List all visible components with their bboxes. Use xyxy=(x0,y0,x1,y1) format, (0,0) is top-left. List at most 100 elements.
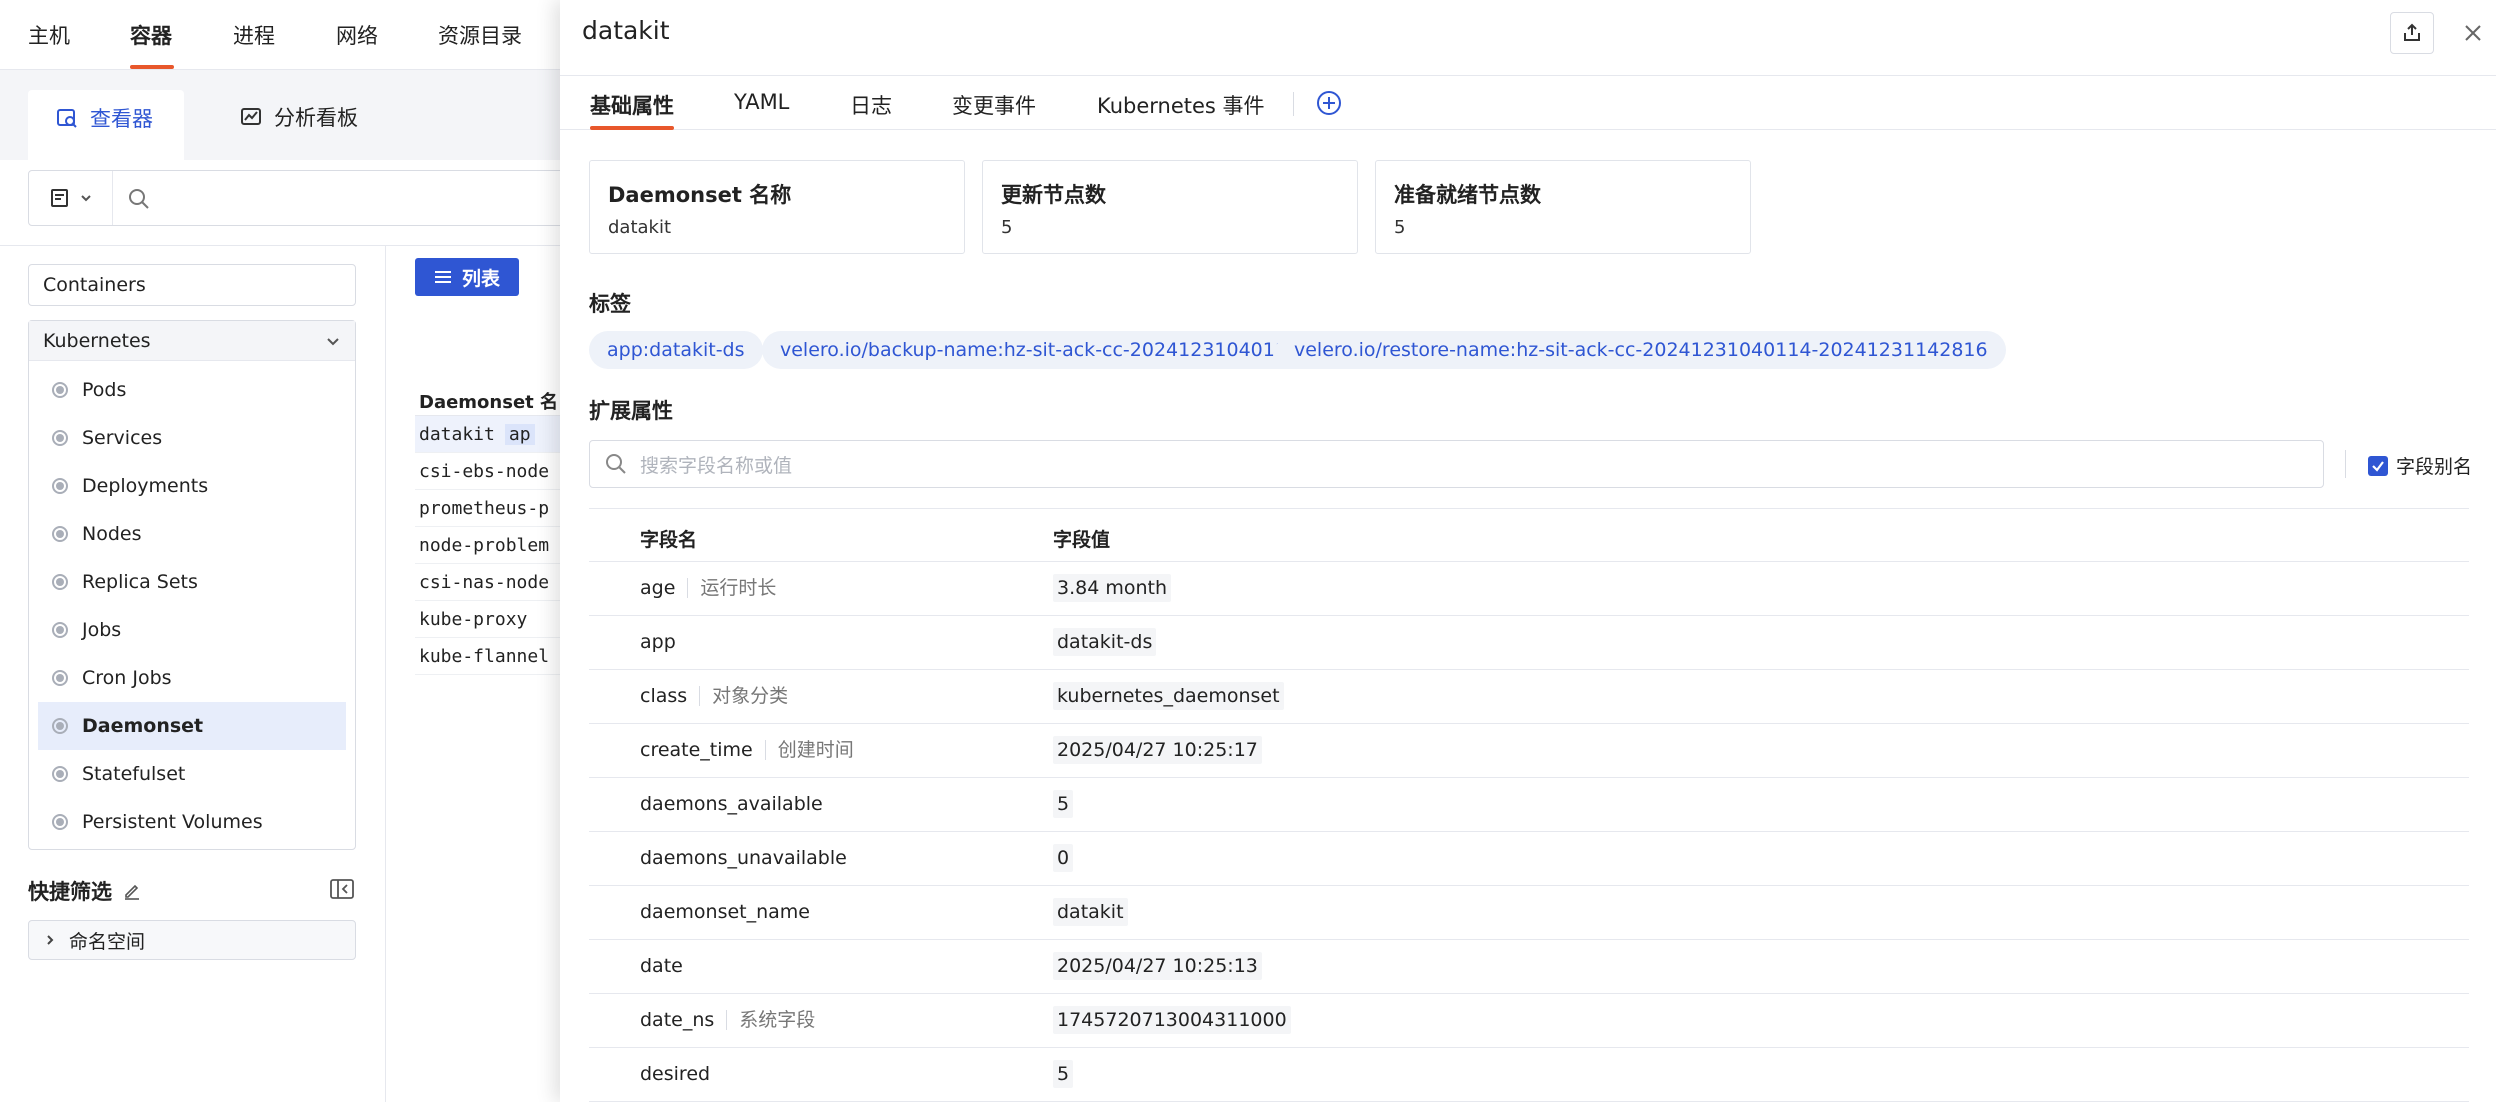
card-title: Daemonset 名称 xyxy=(608,183,792,207)
tab-viewer-label: 查看器 xyxy=(90,107,153,131)
tab-logs[interactable]: 日志 xyxy=(850,90,892,120)
sidebar-item-statefulset[interactable]: Statefulset xyxy=(38,750,346,798)
sidebar-item-label: Nodes xyxy=(82,523,142,545)
search-icon xyxy=(129,189,149,209)
drawer-tabs: 基础属性 YAML 日志 变更事件 Kubernetes 事件 xyxy=(560,76,2496,130)
field-key: age xyxy=(640,577,676,599)
table-row[interactable]: date_ns 系统字段 1745720713004311000 xyxy=(589,994,2469,1048)
field-key: daemonset_name xyxy=(640,901,810,923)
table-row[interactable]: daemons_unavailable 0 xyxy=(589,832,2469,886)
field-value[interactable]: 5 xyxy=(1053,790,1074,818)
sidebar-item-label: Jobs xyxy=(82,619,122,641)
nav-item-resource-catalog[interactable]: 资源目录 xyxy=(438,20,522,50)
edit-icon[interactable] xyxy=(122,881,142,901)
dashboard-icon xyxy=(241,108,261,125)
detail-drawer: datakit 基础属性 YAML 日志 变更事件 Kubernetes 事件 … xyxy=(560,0,2496,1102)
tab-change-events[interactable]: 变更事件 xyxy=(952,90,1036,120)
nav-item-container[interactable]: 容器 xyxy=(130,20,172,50)
list-view-label: 列表 xyxy=(461,267,500,290)
label-tag[interactable]: velero.io/backup-name:hz-sit-ack-cc-2024… xyxy=(762,331,1318,369)
table-row[interactable]: daemonset_name datakit xyxy=(589,886,2469,940)
table-row[interactable]: app datakit-ds xyxy=(589,616,2469,670)
chevron-down-icon xyxy=(327,337,339,345)
tab-basic-attributes[interactable]: 基础属性 xyxy=(590,90,674,120)
field-key: app xyxy=(640,631,676,653)
close-button[interactable] xyxy=(2458,18,2488,48)
field-key: create_time xyxy=(640,739,753,761)
sidebar-item-jobs[interactable]: Jobs xyxy=(38,606,346,654)
sidebar-item-deployments[interactable]: Deployments xyxy=(38,462,346,510)
field-value[interactable]: 2025/04/27 10:25:17 xyxy=(1053,736,1262,764)
resource-icon xyxy=(52,382,68,398)
tab-yaml[interactable]: YAML xyxy=(734,90,789,114)
app-badge: ap xyxy=(504,423,535,445)
label-tag[interactable]: app:datakit-ds xyxy=(589,331,763,369)
list-view-button[interactable]: 列表 xyxy=(415,258,519,296)
field-value[interactable]: 2025/04/27 10:25:13 xyxy=(1053,952,1262,980)
nav-item-host[interactable]: 主机 xyxy=(28,20,70,50)
query-input[interactable] xyxy=(28,170,608,226)
table-row[interactable]: daemons_available 5 xyxy=(589,778,2469,832)
field-value[interactable]: datakit-ds xyxy=(1053,628,1157,656)
field-value[interactable]: kubernetes_daemonset xyxy=(1053,682,1284,710)
query-mode-icon xyxy=(50,189,68,207)
resource-icon xyxy=(52,526,68,542)
label-tag[interactable]: velero.io/restore-name:hz-sit-ack-cc-202… xyxy=(1276,331,2006,369)
table-row[interactable]: date 2025/04/27 10:25:13 xyxy=(589,940,2469,994)
field-alias: 对象分类 xyxy=(699,686,788,706)
tab-active-indicator xyxy=(590,126,674,130)
field-value[interactable]: 5 xyxy=(1053,1060,1074,1088)
field-alias-toggle[interactable]: 字段别名 xyxy=(2368,452,2472,479)
field-key: desired xyxy=(640,1063,711,1085)
field-value[interactable]: datakit xyxy=(1053,898,1128,926)
column-header-field-name: 字段名 xyxy=(640,529,698,551)
field-value[interactable]: 1745720713004311000 xyxy=(1053,1006,1291,1034)
table-row[interactable]: desired 5 xyxy=(589,1048,2469,1102)
kubernetes-group-header[interactable]: Kubernetes xyxy=(29,321,355,361)
resource-icon xyxy=(52,718,68,734)
sidebar-item-label: Daemonset xyxy=(82,715,204,737)
card-value: datakit xyxy=(608,217,672,238)
collapse-panel-icon[interactable] xyxy=(330,878,354,900)
resource-icon xyxy=(52,622,68,638)
sidebar-item-services[interactable]: Services xyxy=(38,414,346,462)
field-name: age 运行时长 xyxy=(640,577,776,599)
row-name: kube-flannel xyxy=(419,645,550,667)
sidebar-item-label: Persistent Volumes xyxy=(82,811,263,833)
sidebar-item-replica-sets[interactable]: Replica Sets xyxy=(38,558,346,606)
tab-kubernetes-events[interactable]: Kubernetes 事件 xyxy=(1097,90,1265,120)
card-title: 更新节点数 xyxy=(1001,183,1106,207)
sidebar-item-cron-jobs[interactable]: Cron Jobs xyxy=(38,654,346,702)
tab-viewer[interactable]: 查看器 xyxy=(28,90,184,160)
query-mode-select[interactable] xyxy=(29,171,113,225)
tab-dashboard-label: 分析看板 xyxy=(274,106,358,130)
table-row[interactable]: age 运行时长 3.84 month xyxy=(589,562,2469,616)
share-icon xyxy=(2404,23,2420,41)
field-value[interactable]: 0 xyxy=(1053,844,1074,872)
sidebar-item-pods[interactable]: Pods xyxy=(38,366,346,414)
row-name: kube-proxy xyxy=(419,608,528,630)
top-navigation: 主机 容器 进程 网络 资源目录 xyxy=(0,0,600,70)
field-search-input[interactable]: 搜索字段名称或值 xyxy=(589,440,2324,488)
export-button[interactable] xyxy=(2390,12,2434,54)
source-select[interactable]: Containers xyxy=(28,264,356,306)
table-row[interactable]: create_time 创建时间 2025/04/27 10:25:17 xyxy=(589,724,2469,778)
nav-item-process[interactable]: 进程 xyxy=(233,20,275,50)
search-row xyxy=(0,160,608,246)
add-tab-icon[interactable] xyxy=(1316,90,1342,116)
sidebar-item-nodes[interactable]: Nodes xyxy=(38,510,346,558)
namespace-filter[interactable]: 命名空间 xyxy=(28,920,356,960)
nav-item-network[interactable]: 网络 xyxy=(336,20,378,50)
sidebar: Containers Kubernetes Pods Services Depl… xyxy=(0,246,386,1102)
field-alias: 创建时间 xyxy=(764,740,854,760)
column-header-field-value: 字段值 xyxy=(1053,529,1111,551)
tab-dashboard[interactable]: 分析看板 xyxy=(212,90,388,144)
field-value[interactable]: 3.84 month xyxy=(1053,574,1172,602)
table-header: 字段名 字段值 xyxy=(589,508,2469,562)
field-alias: 运行时长 xyxy=(687,578,776,598)
resource-icon xyxy=(52,430,68,446)
sidebar-item-persistent-volumes[interactable]: Persistent Volumes xyxy=(38,798,346,846)
table-row[interactable]: class 对象分类 kubernetes_daemonset xyxy=(589,670,2469,724)
quick-filter-label: 快捷筛选 xyxy=(28,880,112,904)
sidebar-item-daemonset[interactable]: Daemonset xyxy=(38,702,346,750)
